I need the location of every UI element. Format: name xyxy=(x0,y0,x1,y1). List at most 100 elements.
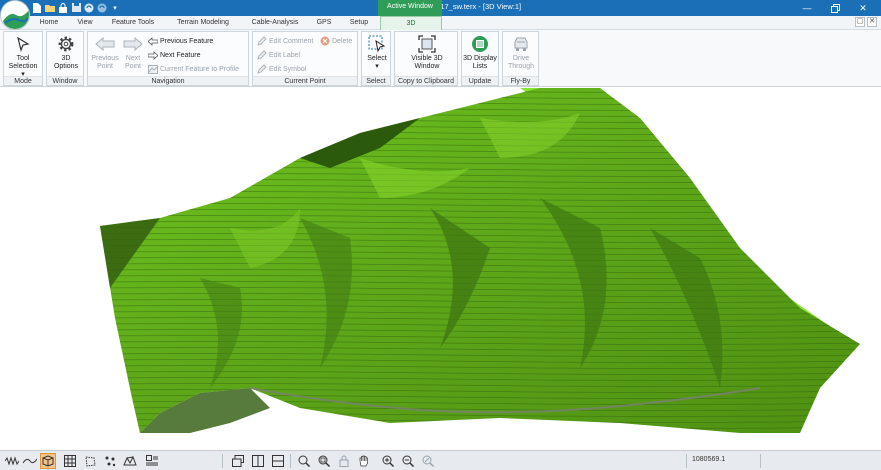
tab-view[interactable]: View xyxy=(70,16,100,30)
group-fly-by: Drive Through Fly-By xyxy=(502,31,539,86)
group-window: 3D Options Window xyxy=(46,31,84,86)
ribbon-controls: ▢ ✕ xyxy=(855,17,877,27)
3d-options-button[interactable]: 3D Options xyxy=(49,34,83,76)
title-bar: ▾ Terrain - theme17_sw.terx - [3D View:1… xyxy=(0,0,881,16)
tab-home[interactable]: Home xyxy=(32,16,66,30)
group-label-update: Update xyxy=(462,76,498,85)
lock-view-icon[interactable] xyxy=(336,453,352,469)
capture-window-icon xyxy=(417,34,437,54)
select-cursor-icon xyxy=(367,34,387,54)
current-feature-to-profile-button[interactable]: Current Feature to Profile xyxy=(148,63,239,75)
ribbon-collapse-icon[interactable]: ▢ xyxy=(855,17,865,27)
active-window-context: Active Window xyxy=(378,0,442,16)
3d-options-label-1: 3D xyxy=(61,55,71,62)
group-label-window: Window xyxy=(47,76,83,85)
zoom-previous-icon[interactable] xyxy=(420,453,436,469)
cascade-windows-icon[interactable] xyxy=(230,453,246,469)
3d-view-canvas[interactable] xyxy=(0,88,881,450)
visible-3d-window-button[interactable]: Visible 3D Window xyxy=(403,34,451,76)
next-point-button[interactable]: Next Point xyxy=(116,34,150,76)
tile-vertical-icon[interactable] xyxy=(250,453,266,469)
grid-table-icon[interactable] xyxy=(62,453,78,469)
profile-line-icon[interactable] xyxy=(22,453,38,469)
edit-symbol-button[interactable]: Edit Symbol xyxy=(257,63,306,75)
3d-display-lists-label-2: Lists xyxy=(472,63,488,70)
group-current-point: Edit Comment Delete Edit Label Edit Symb… xyxy=(252,31,358,86)
edit-comment-button[interactable]: Edit Comment xyxy=(257,35,313,47)
window-controls: — ✕ xyxy=(793,0,877,16)
group-label-fly-by: Fly-By xyxy=(503,76,538,85)
profile-icon xyxy=(148,64,158,74)
next-point-label-1: Next xyxy=(125,55,141,62)
3d-display-lists-label-1: 3D Display xyxy=(463,55,497,62)
zoom-extents-icon[interactable] xyxy=(316,453,332,469)
polygon-tool-icon[interactable] xyxy=(82,453,98,469)
visible-3d-window-label-2: Window xyxy=(414,63,440,70)
3d-options-label-2: Options xyxy=(53,63,79,70)
ribbon: Tool Selection ▾ Mode 3D Options Window xyxy=(0,30,881,87)
select-label: Select xyxy=(367,55,387,62)
restore-icon[interactable] xyxy=(821,0,849,16)
tab-gps[interactable]: GPS xyxy=(310,16,338,30)
ribbon-tab-bar: Home View Feature Tools Terrain Modeling… xyxy=(0,16,881,30)
close-icon[interactable]: ✕ xyxy=(849,0,877,16)
next-feature-icon xyxy=(148,50,158,60)
edit-symbol-label: Edit Symbol xyxy=(269,65,307,73)
status-divider xyxy=(686,454,687,468)
layers-list-icon[interactable] xyxy=(144,453,160,469)
display-lists-icon xyxy=(470,34,490,54)
tab-cable-analysis[interactable]: Cable-Analysis xyxy=(244,16,306,30)
3d-display-lists-button[interactable]: 3D Display Lists xyxy=(463,34,497,76)
tin-tool-icon[interactable] xyxy=(122,453,138,469)
group-label-navigation: Navigation xyxy=(88,76,248,85)
select-button[interactable]: Select ▾ xyxy=(360,34,394,76)
group-navigation: Previous Point Next Point Previous Featu… xyxy=(87,31,249,86)
edit-label-icon xyxy=(257,50,267,60)
points-tool-icon[interactable] xyxy=(102,453,118,469)
chevron-down-icon: ▾ xyxy=(375,63,379,70)
delete-button[interactable]: Delete xyxy=(320,35,352,47)
3d-box-icon[interactable] xyxy=(40,453,56,469)
coordinate-readout: 1080569.1 xyxy=(692,456,726,463)
drive-through-button[interactable]: Drive Through xyxy=(504,34,538,76)
tab-3d[interactable]: 3D xyxy=(380,16,442,30)
status-bar: 1080569.1 xyxy=(0,450,881,470)
delete-label: Delete xyxy=(332,37,353,45)
delete-icon xyxy=(320,36,330,46)
terrain-surface xyxy=(100,88,860,433)
zoom-icon[interactable] xyxy=(296,453,312,469)
minimize-icon[interactable]: — xyxy=(793,0,821,16)
group-label-copy-to-clipboard: Copy to Clipboard xyxy=(395,76,457,85)
edit-label-label: Edit Label xyxy=(269,51,301,59)
car-icon xyxy=(511,34,531,54)
group-label-select: Select xyxy=(362,76,390,85)
previous-feature-button[interactable]: Previous Feature xyxy=(148,35,213,47)
current-feature-to-profile-label: Current Feature to Profile xyxy=(160,65,239,73)
group-update: 3D Display Lists Update xyxy=(461,31,499,86)
arrow-right-icon xyxy=(123,34,143,54)
status-divider xyxy=(760,454,761,468)
tool-selection-button[interactable]: Tool Selection ▾ xyxy=(6,34,40,78)
group-copy-to-clipboard: Visible 3D Window Copy to Clipboard xyxy=(394,31,458,86)
ribbon-close-icon[interactable]: ✕ xyxy=(867,17,877,27)
status-divider xyxy=(290,454,291,468)
edit-label-button[interactable]: Edit Label xyxy=(257,49,300,61)
zoom-in-icon[interactable] xyxy=(380,453,396,469)
pan-hand-icon[interactable] xyxy=(356,453,372,469)
group-select: Select ▾ Select xyxy=(361,31,391,86)
next-feature-label: Next Feature xyxy=(160,51,201,59)
tool-selection-label-1: Tool xyxy=(16,55,30,62)
drive-through-label-2: Through xyxy=(507,63,535,70)
app-logo[interactable] xyxy=(0,0,30,30)
next-feature-button[interactable]: Next Feature xyxy=(148,49,200,61)
tab-setup[interactable]: Setup xyxy=(342,16,376,30)
zoom-out-icon[interactable] xyxy=(400,453,416,469)
edit-comment-label: Edit Comment xyxy=(269,37,314,45)
group-label-mode: Mode xyxy=(4,76,42,85)
pointer-icon xyxy=(13,34,33,54)
tile-horizontal-icon[interactable] xyxy=(270,453,286,469)
tab-feature-tools[interactable]: Feature Tools xyxy=(104,16,162,30)
edit-symbol-icon xyxy=(257,64,267,74)
tab-terrain-modeling[interactable]: Terrain Modeling xyxy=(166,16,240,30)
contour-tool-icon[interactable] xyxy=(4,453,20,469)
